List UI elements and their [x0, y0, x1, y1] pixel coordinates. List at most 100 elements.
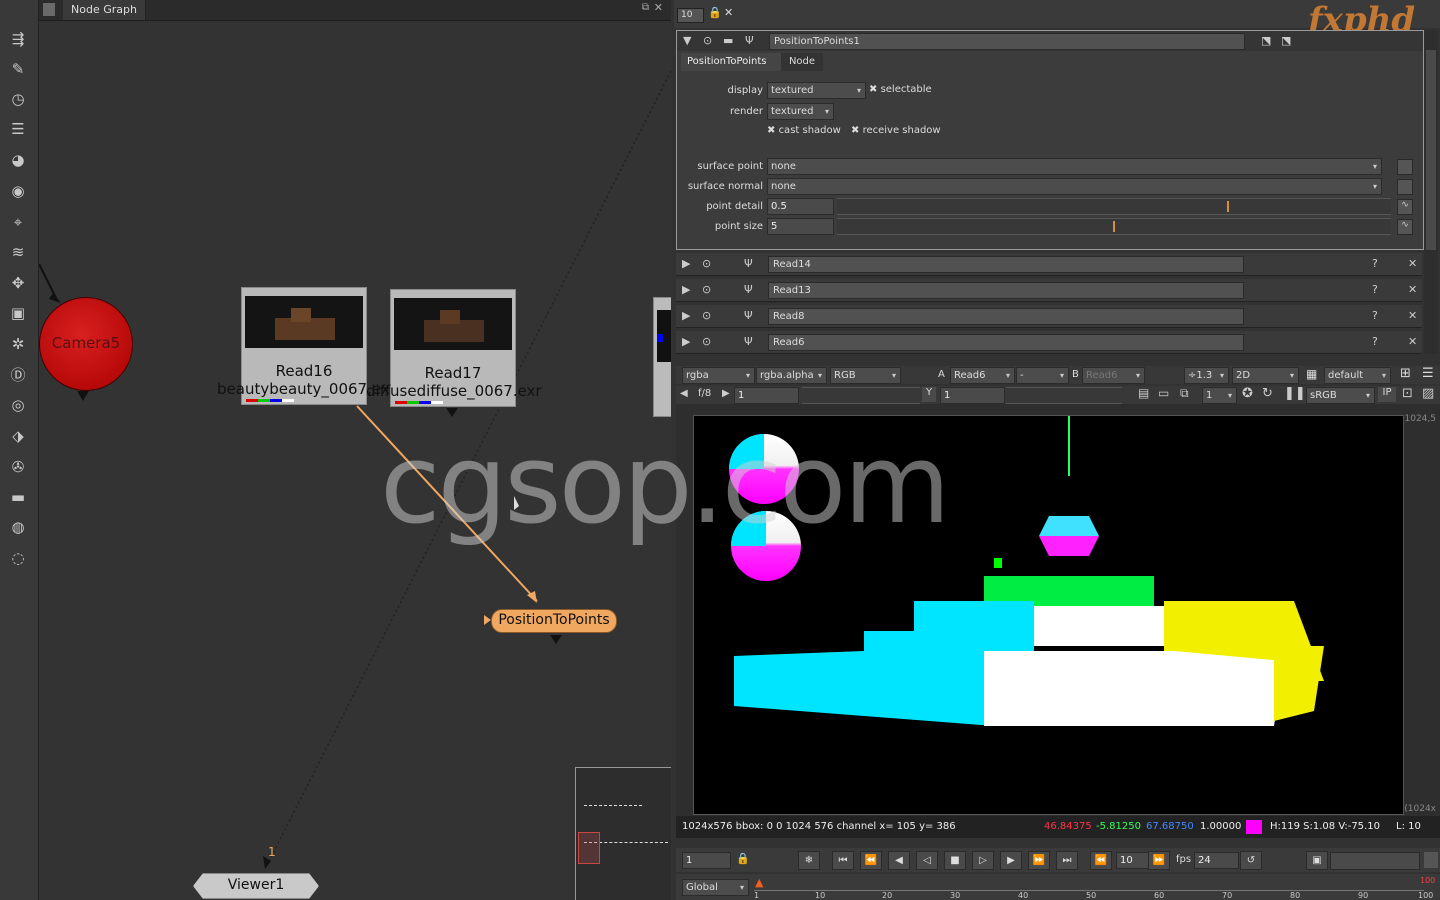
minimap[interactable]	[575, 767, 671, 900]
read13-name-field[interactable]: Read13	[768, 282, 1244, 299]
time-icon[interactable]: ◷	[7, 88, 29, 110]
read17-node[interactable]: Read17 diffusediffuse_0067.exr	[366, 289, 542, 407]
pause-icon[interactable]: ❚❚	[1284, 386, 1306, 401]
tab-node[interactable]: Node	[781, 53, 823, 71]
close-icon[interactable]: ✕	[1408, 309, 1417, 322]
timeline-ruler[interactable]: 1 10 20 30 40 50 60 70 80 90 100 ▲ 100	[754, 876, 1440, 900]
camera-icon[interactable]: ▦	[1306, 367, 1317, 381]
expand-icon[interactable]: ▶	[682, 335, 690, 348]
point-size-slider-handle[interactable]	[1113, 221, 1115, 232]
skip-frames-input[interactable]: 10	[1116, 852, 1151, 869]
read6-name-field[interactable]: Read6	[768, 334, 1244, 351]
prev-keyframe-button[interactable]: ⏪	[860, 851, 882, 870]
channels-dropdown[interactable]: rgba ▾	[682, 367, 755, 384]
lut-dropdown[interactable]: default ▾	[1324, 367, 1391, 384]
b-input-dropdown[interactable]: Read6 ▾	[1082, 367, 1145, 384]
input-process-toggle[interactable]: IP	[1378, 387, 1396, 402]
node-menu-icon[interactable]: Ψ	[744, 257, 753, 270]
timeline-expand-button[interactable]	[1424, 852, 1438, 868]
furnace-icon[interactable]: ▬	[7, 486, 29, 508]
close-pane-icon[interactable]: ✕	[654, 1, 663, 14]
minimap-view-rect[interactable]	[578, 832, 600, 864]
camera-node[interactable]: Camera5	[39, 297, 133, 391]
viewer-node[interactable]: Viewer1	[193, 873, 319, 899]
a-input-dropdown[interactable]: Read6 ▾	[950, 367, 1015, 384]
deep-icon[interactable]: Ⓓ	[7, 363, 29, 385]
clear-panels-icon[interactable]: ✕	[724, 6, 733, 19]
point-detail-slider[interactable]	[837, 198, 1391, 215]
selectable-checkbox[interactable]: ✖ selectable	[869, 84, 932, 95]
node-menu-icon[interactable]: Ψ	[744, 283, 753, 296]
point-size-slider[interactable]	[837, 218, 1391, 235]
center-node-icon[interactable]: ⊙	[702, 335, 711, 348]
skip-forward-button[interactable]: ⏩	[1148, 851, 1170, 870]
node-menu-icon[interactable]: Ψ	[744, 309, 753, 322]
roi-icon[interactable]: ⊞	[1400, 366, 1411, 381]
merge-icon[interactable]: ≋	[7, 241, 29, 263]
node-menu-icon[interactable]: Ψ	[744, 335, 753, 348]
read16-node[interactable]: Read16 beautybeauty_0067.exr	[217, 287, 396, 405]
position-to-points-node[interactable]: PositionToPoints	[491, 609, 617, 633]
surface-point-dropdown[interactable]: none ▾	[767, 158, 1382, 175]
node-menu-icon[interactable]: Ψ	[745, 34, 754, 47]
view-mode-dropdown[interactable]: 2D ▾	[1232, 367, 1299, 384]
fstop-increase-icon[interactable]: ▶	[722, 388, 730, 399]
tab-position-to-points[interactable]: PositionToPoints	[681, 53, 783, 71]
playhead-marker[interactable]: ▲	[755, 876, 763, 889]
last-frame-button[interactable]: ⏭	[1056, 851, 1078, 870]
help-icon[interactable]: ?	[1372, 283, 1378, 296]
next-frame-button[interactable]: ▶	[1000, 851, 1022, 870]
region-icon[interactable]: ▭	[1158, 386, 1169, 400]
frame-step-dropdown[interactable]: 1 ▾	[1202, 387, 1237, 404]
expand-icon[interactable]: ▶	[682, 283, 690, 296]
expand-icon[interactable]: ▶	[682, 309, 690, 322]
gamma-input[interactable]: 1	[940, 387, 1005, 404]
undo-icon[interactable]: ⬔	[1281, 34, 1291, 47]
draw-icon[interactable]: ✎	[7, 58, 29, 80]
expand-icon[interactable]: ▶	[682, 257, 690, 270]
wipe-icon[interactable]: ⧉	[1180, 386, 1189, 401]
metadata-icon[interactable]: ⬗	[7, 425, 29, 447]
transform-icon[interactable]: ✥	[7, 272, 29, 294]
surface-normal-link-icon[interactable]	[1397, 179, 1413, 195]
help-icon[interactable]: ?	[1372, 309, 1378, 322]
read6-panel[interactable]: ▶ ⊙ Ψ Read6 ? ✕	[676, 331, 1422, 354]
display-lut-dropdown[interactable]: sRGB ▾	[1306, 387, 1375, 404]
center-node-icon[interactable]: ⊙	[702, 283, 711, 296]
play-backward-button[interactable]: ◁	[916, 851, 938, 870]
alpha-dropdown[interactable]: rgba.alpha ▾	[756, 367, 827, 384]
channel-icon[interactable]: ☰	[7, 118, 29, 140]
pane-menu-icon[interactable]	[43, 3, 55, 16]
views-icon[interactable]: ◎	[7, 394, 29, 416]
collapse-icon[interactable]: ▼	[683, 34, 691, 47]
color-icon[interactable]: ◕	[7, 149, 29, 171]
viewer-menu-icon[interactable]: ☰	[1422, 366, 1434, 381]
loop-button[interactable]: ↺	[1240, 851, 1262, 870]
surface-normal-dropdown[interactable]: none ▾	[767, 178, 1382, 195]
gain-input[interactable]: 1	[734, 387, 799, 404]
read14-panel[interactable]: ▶ ⊙ Ψ Read14 ? ✕	[676, 253, 1422, 276]
range-mode-dropdown[interactable]: Global ▾	[682, 879, 749, 896]
properties-scrollbar[interactable]	[1424, 30, 1438, 354]
receive-shadow-checkbox[interactable]: ✖ receive shadow	[851, 125, 941, 136]
node-graph-canvas[interactable]: Camera5 Read16 beautybeauty_0067.exr Rea…	[39, 21, 671, 900]
other-icon[interactable]: ✇	[7, 456, 29, 478]
zoom-dropdown[interactable]: ÷1.3 ▾	[1184, 367, 1229, 384]
skip-back-button[interactable]: ⏪	[1090, 851, 1112, 870]
prev-frame-button[interactable]: ◀	[888, 851, 910, 870]
current-frame-input[interactable]: 1	[682, 852, 731, 869]
float-icon[interactable]: ⬔	[1261, 34, 1271, 47]
display-channels-dropdown[interactable]: RGB ▾	[830, 367, 901, 384]
first-frame-button[interactable]: ⏮	[832, 851, 854, 870]
point-size-animation-icon[interactable]: ∿	[1397, 219, 1413, 235]
close-icon[interactable]: ✕	[1408, 283, 1417, 296]
lock-icon[interactable]: 🔒	[708, 6, 722, 19]
point-detail-slider-handle[interactable]	[1227, 201, 1229, 212]
render-icon[interactable]: ✪	[1242, 386, 1253, 401]
filter-icon[interactable]: ◉	[7, 180, 29, 202]
help-icon[interactable]: ?	[1372, 257, 1378, 270]
keyer-icon[interactable]: ⌖	[7, 211, 29, 233]
read13-panel[interactable]: ▶ ⊙ Ψ Read13 ? ✕	[676, 279, 1422, 302]
image-toolbox-icon[interactable]: ⇶	[7, 28, 29, 50]
compare-mode-dropdown[interactable]: - ▾	[1016, 367, 1069, 384]
